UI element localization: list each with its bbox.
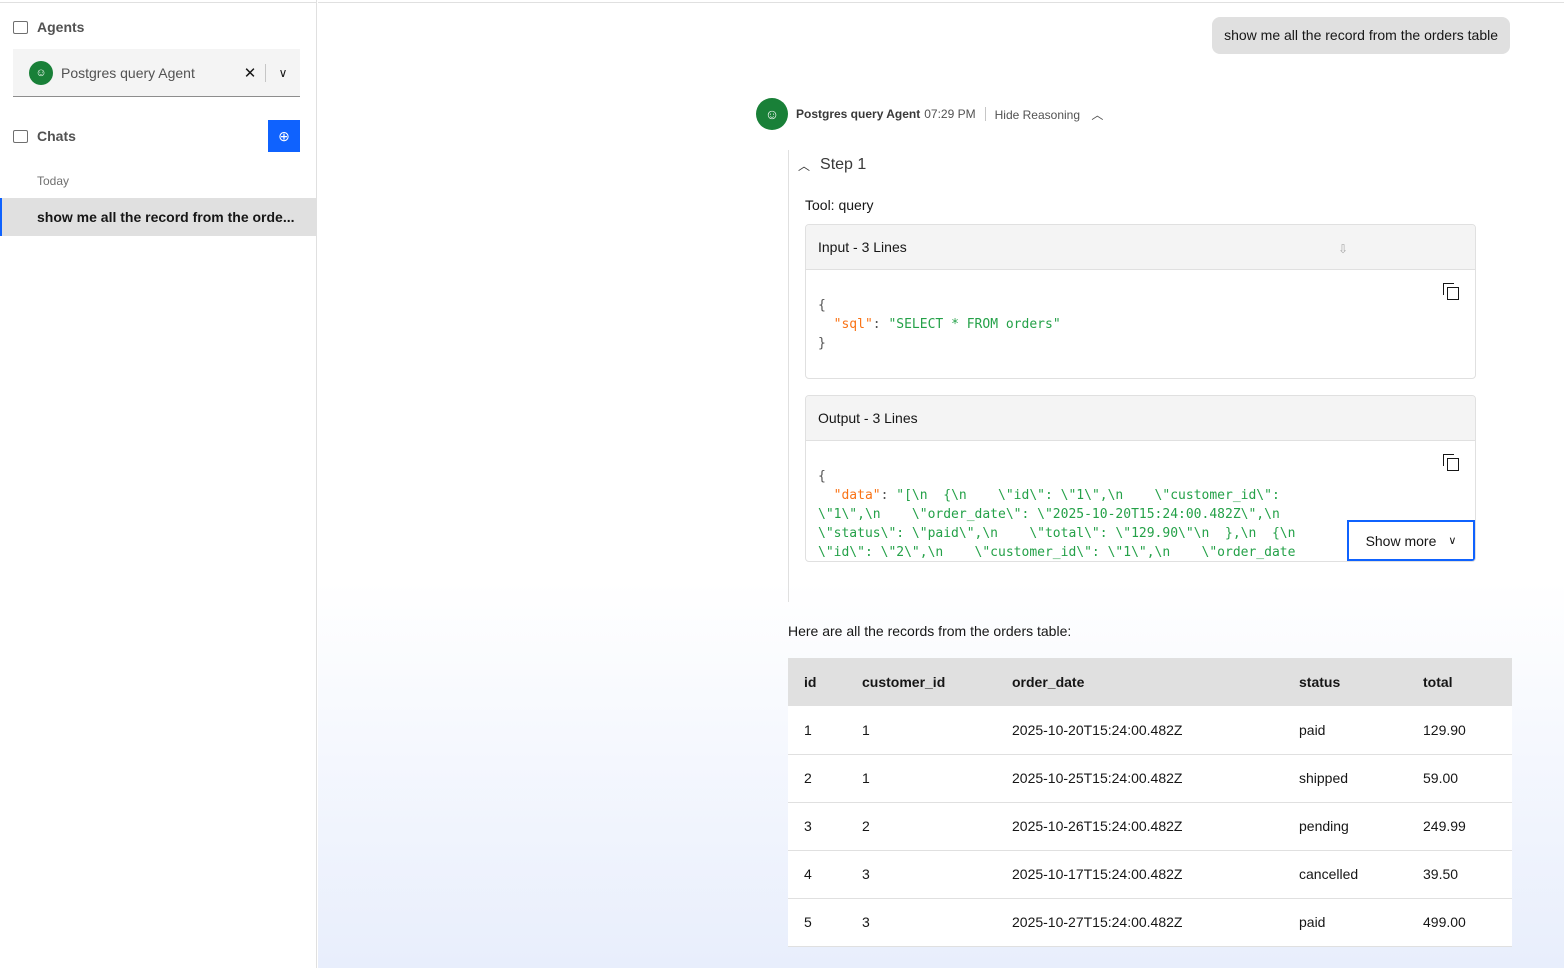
copy-icon[interactable] — [1443, 454, 1459, 471]
table-cell: 2025-10-25T15:24:00.482Z — [996, 754, 1283, 803]
today-label: Today — [37, 174, 70, 188]
step-label: Step 1 — [820, 156, 867, 173]
chevron-down-icon: ∨ — [1448, 535, 1457, 547]
chat-list-item[interactable]: show me all the record from the orde... — [0, 198, 316, 236]
orders-table: id customer_id order_date status total 1… — [788, 658, 1512, 947]
table-cell: cancelled — [1283, 850, 1407, 899]
chat-main: show me all the record from the orders t… — [318, 0, 1564, 968]
chevron-up-icon: ︿ — [798, 158, 811, 173]
json-line: "[\n {\n \"id\": \"1\",\n \"customer_id\… — [896, 488, 1280, 503]
table-cell: 2025-10-17T15:24:00.482Z — [996, 850, 1283, 899]
table-cell: 2 — [788, 754, 846, 803]
chat-icon — [13, 129, 28, 143]
hide-reasoning-label: Hide Reasoning — [994, 107, 1081, 122]
new-chat-icon: ⊕ — [278, 127, 290, 144]
table-cell: 2025-10-26T15:24:00.482Z — [996, 802, 1283, 851]
table-cell: 499.00 — [1407, 898, 1512, 947]
table-cell: 4 — [788, 850, 846, 899]
table-cell: 249.99 — [1407, 802, 1512, 851]
divider — [318, 0, 1564, 3]
clear-agent-icon[interactable]: ✕ — [235, 64, 265, 82]
column-header: order_date — [996, 658, 1283, 706]
selected-agent: Postgres query Agent — [61, 64, 195, 81]
column-header: status — [1283, 658, 1407, 706]
table-row: 5 3 2025-10-27T15:24:00.482Z paid 499.00 — [788, 898, 1512, 947]
input-header-label: Input - 3 Lines — [818, 239, 907, 255]
json-line: \"id\": \"2\",\n \"customer_id\": \"1\",… — [818, 545, 1296, 560]
output-panel: Output - 3 Lines { "data": "[\n {\n \"id… — [805, 395, 1476, 562]
copy-icon[interactable] — [1443, 283, 1459, 300]
json-key: "data" — [833, 488, 881, 503]
sidebar: Agents ☺ Postgres query Agent ✕ ∨ Chats … — [0, 0, 317, 968]
table-cell: pending — [1283, 802, 1407, 851]
table-cell: 3 — [846, 898, 996, 947]
table-cell: 5 — [788, 898, 846, 947]
table-cell: paid — [1283, 898, 1407, 947]
chevron-up-icon: ︿ — [1091, 107, 1104, 122]
input-code: { "sql": "SELECT * FROM orders" } — [806, 270, 1475, 353]
agent-name: Postgres query Agent — [796, 107, 921, 121]
input-panel: Input - 3 Lines ⇩ { "sql": "SELECT * FROM… — [805, 224, 1476, 379]
agents-label: Agents — [37, 19, 85, 35]
show-more-button[interactable]: Show more ∨ — [1347, 520, 1475, 561]
show-more-label: Show more — [1365, 532, 1437, 549]
chevron-down-icon[interactable]: ∨ — [266, 66, 300, 80]
table-cell: paid — [1283, 706, 1407, 755]
agent-summary: Here are all the records from the orders… — [788, 623, 1072, 639]
tool-label: Tool: query — [805, 197, 874, 213]
json-value: "SELECT * FROM orders" — [888, 317, 1061, 332]
new-chat-button[interactable]: ⊕ — [268, 120, 300, 152]
table-header-row: id customer_id order_date status total — [788, 658, 1512, 706]
table-cell: 3 — [788, 802, 846, 851]
agent-message-header: ☺ Postgres query Agent 07:29 PM Hide Rea… — [756, 98, 1103, 130]
output-header: Output - 3 Lines — [806, 396, 1475, 441]
chats-header: Chats — [13, 128, 76, 144]
json-line: \"1\",\n \"order_date\": \"2025-10-20T15… — [818, 507, 1280, 522]
table-cell: 1 — [846, 754, 996, 803]
table-cell: 2025-10-27T15:24:00.482Z — [996, 898, 1283, 947]
table-cell: 1 — [846, 706, 996, 755]
json-line: \"status\": \"paid\",\n \"total\": \"129… — [818, 526, 1296, 541]
table-cell: 1 — [788, 706, 846, 755]
column-header: customer_id — [846, 658, 996, 706]
agent-chat-icon — [13, 20, 28, 34]
step-toggle[interactable]: ︿ Step 1 — [798, 156, 866, 174]
table-row: 1 1 2025-10-20T15:24:00.482Z paid 129.90 — [788, 706, 1512, 755]
table-row: 2 1 2025-10-25T15:24:00.482Z shipped 59.00 — [788, 754, 1512, 803]
column-header: id — [788, 658, 846, 706]
json-key: "sql" — [833, 317, 873, 332]
table-row: 3 2 2025-10-26T15:24:00.482Z pending 249.99 — [788, 802, 1512, 851]
table-cell: shipped — [1283, 754, 1407, 803]
table-cell: 59.00 — [1407, 754, 1512, 803]
table-cell: 129.90 — [1407, 706, 1512, 755]
table-row: 4 3 2025-10-17T15:24:00.482Z cancelled 39.50 — [788, 850, 1512, 899]
column-header: total — [1407, 658, 1512, 706]
chats-label: Chats — [37, 128, 76, 144]
table-cell: 2025-10-20T15:24:00.482Z — [996, 706, 1283, 755]
input-header: Input - 3 Lines ⇩ — [806, 225, 1475, 270]
agents-header: Agents — [13, 19, 84, 35]
message-time: 07:29 PM — [924, 107, 976, 121]
agent-avatar-icon: ☺ — [756, 98, 788, 130]
user-message: show me all the record from the orders t… — [1212, 17, 1510, 54]
divider — [984, 107, 986, 121]
table-cell: 3 — [846, 850, 996, 899]
divider — [0, 0, 316, 3]
hide-reasoning-button[interactable]: Hide Reasoning ︿ — [995, 106, 1104, 123]
download-icon[interactable]: ⇩ — [1338, 227, 1348, 272]
agent-avatar-icon: ☺ — [29, 60, 53, 85]
reasoning-rule — [788, 150, 789, 602]
table-cell: 2 — [846, 802, 996, 851]
table-cell: 39.50 — [1407, 850, 1512, 899]
agent-select[interactable]: ☺ Postgres query Agent ✕ ∨ — [13, 49, 300, 97]
